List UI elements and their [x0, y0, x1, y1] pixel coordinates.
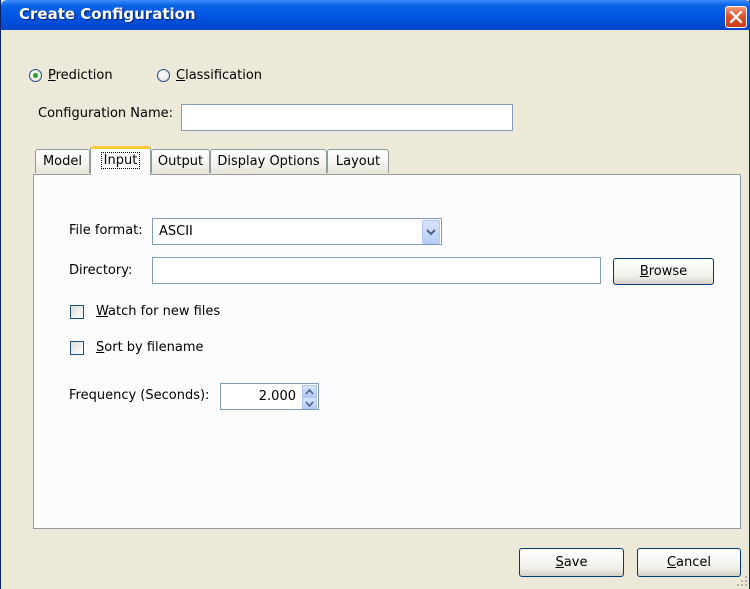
- cancel-button[interactable]: Cancel: [637, 548, 741, 577]
- classification-label: Classification: [176, 68, 263, 83]
- window-title: Create Configuration: [19, 5, 196, 23]
- tab-input[interactable]: Input: [90, 146, 151, 175]
- directory-label: Directory:: [69, 263, 133, 278]
- chevron-up-icon: [305, 388, 314, 395]
- spin-up-button[interactable]: [302, 385, 317, 397]
- classification-radio[interactable]: [157, 69, 170, 82]
- sort-by-filename-checkbox[interactable]: [70, 341, 84, 355]
- file-format-select[interactable]: ASCII: [152, 218, 442, 245]
- tab-display-options[interactable]: Display Options: [210, 149, 327, 173]
- prediction-label: Prediction: [48, 68, 113, 83]
- config-name-input[interactable]: [181, 104, 513, 131]
- prediction-label-rest: rediction: [55, 68, 113, 83]
- frequency-spin-arrows: [302, 385, 317, 409]
- resize-grip-icon[interactable]: [735, 574, 749, 588]
- config-name-label: Configuration Name:: [38, 106, 174, 121]
- tab-model-label: Model: [42, 154, 83, 169]
- spin-down-button[interactable]: [302, 397, 317, 409]
- watch-new-files-checkbox[interactable]: [70, 305, 84, 319]
- sort-by-filename-label: Sort by filename: [96, 340, 204, 355]
- tab-input-label: Input: [100, 152, 141, 169]
- browse-label-rest: rowse: [648, 264, 688, 279]
- file-format-label: File format:: [69, 223, 143, 238]
- watch-new-files-label: Watch for new files: [96, 304, 221, 319]
- radio-selected-dot: [33, 73, 38, 78]
- watch-new-files-label-rest: atch for new files: [108, 304, 221, 319]
- classification-label-rest: lassification: [185, 68, 263, 83]
- tab-layout[interactable]: Layout: [327, 149, 389, 173]
- title-bar[interactable]: Create Configuration: [1, 0, 750, 30]
- frequency-value: 2.000: [258, 389, 296, 404]
- directory-input[interactable]: [152, 257, 601, 284]
- chevron-down-icon: [426, 229, 436, 236]
- tab-display-options-label: Display Options: [217, 154, 320, 169]
- frequency-label: Frequency (Seconds):: [69, 388, 210, 403]
- tab-model[interactable]: Model: [35, 149, 90, 173]
- dialog-window: Create Configuration Prediction Classifi…: [0, 0, 750, 589]
- close-button[interactable]: [725, 6, 747, 28]
- frequency-spinner[interactable]: 2.000: [220, 383, 319, 410]
- chevron-down-icon: [305, 401, 314, 408]
- sort-by-filename-label-rest: ort by filename: [104, 340, 204, 355]
- tab-output[interactable]: Output: [151, 149, 210, 173]
- file-format-value: ASCII: [159, 224, 193, 239]
- file-format-dropdown-button[interactable]: [422, 220, 440, 244]
- cancel-label-rest: ancel: [676, 555, 712, 570]
- prediction-radio[interactable]: [29, 69, 42, 82]
- save-label-rest: ave: [563, 555, 588, 570]
- tab-output-label: Output: [157, 154, 204, 169]
- close-icon: [729, 10, 743, 24]
- browse-button[interactable]: Browse: [613, 258, 714, 285]
- save-button[interactable]: Save: [519, 548, 624, 577]
- tab-layout-label: Layout: [335, 154, 381, 169]
